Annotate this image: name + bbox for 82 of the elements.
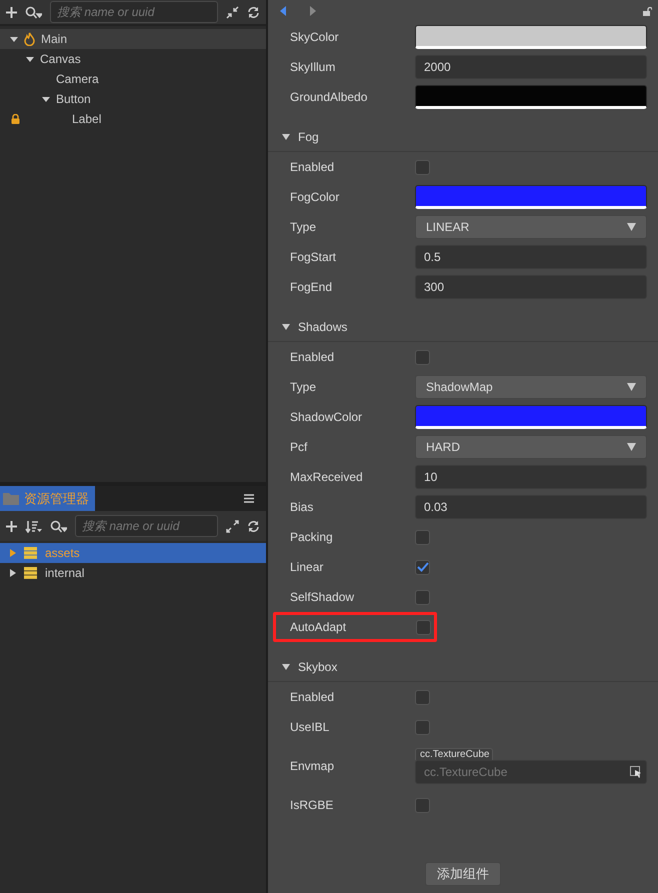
asset-item[interactable]: internal bbox=[0, 563, 266, 583]
checkbox[interactable] bbox=[415, 160, 430, 174]
tree-item[interactable]: Main bbox=[0, 29, 266, 49]
property-label: SkyColor bbox=[290, 30, 340, 44]
property-label: GroundAlbedo bbox=[290, 90, 368, 104]
unlock-icon[interactable] bbox=[643, 6, 652, 16]
checkbox[interactable] bbox=[415, 690, 430, 704]
property-label: Type bbox=[290, 380, 318, 394]
database-icon bbox=[24, 547, 37, 559]
dropdown[interactable]: LINEAR bbox=[415, 215, 647, 239]
property-label: MaxReceived bbox=[290, 470, 364, 484]
property-label: Type bbox=[290, 220, 318, 234]
section-header[interactable]: Fog bbox=[268, 122, 658, 152]
checkbox[interactable] bbox=[415, 530, 430, 544]
checkbox[interactable] bbox=[415, 560, 430, 574]
sort-icon[interactable] bbox=[25, 520, 42, 532]
forward-icon[interactable] bbox=[310, 6, 316, 16]
add-icon[interactable] bbox=[6, 520, 17, 532]
tree-item[interactable]: Label bbox=[0, 109, 266, 129]
folder-icon bbox=[3, 492, 19, 505]
caret-down-icon[interactable] bbox=[42, 95, 50, 103]
expand-icon[interactable] bbox=[226, 520, 239, 532]
caret-down-icon bbox=[627, 223, 636, 231]
color-swatch[interactable] bbox=[415, 405, 647, 429]
caret-down-icon[interactable] bbox=[10, 35, 18, 43]
property-label: ShadowColor bbox=[290, 410, 364, 424]
flame-icon bbox=[24, 32, 35, 46]
pick-icon bbox=[630, 766, 642, 778]
checkbox[interactable] bbox=[415, 720, 430, 734]
tree-item[interactable]: Button bbox=[0, 89, 266, 109]
checkbox[interactable] bbox=[415, 350, 430, 364]
search-icon[interactable] bbox=[50, 520, 67, 532]
property-label: Enabled bbox=[290, 160, 336, 174]
property-label: AutoAdapt bbox=[290, 620, 348, 634]
property-label: FogEnd bbox=[290, 280, 334, 294]
property-label: Pcf bbox=[290, 440, 308, 454]
color-swatch[interactable] bbox=[415, 85, 647, 109]
property-label: Enabled bbox=[290, 690, 336, 704]
checkbox[interactable] bbox=[416, 620, 431, 634]
search-icon[interactable] bbox=[25, 6, 42, 18]
dropdown[interactable]: ShadowMap bbox=[415, 375, 647, 399]
refresh-icon[interactable] bbox=[247, 6, 260, 18]
number-field[interactable]: 300 bbox=[415, 275, 647, 299]
property-label: Enabled bbox=[290, 350, 336, 364]
refresh-icon[interactable] bbox=[247, 520, 260, 532]
tree-item[interactable]: Camera bbox=[0, 69, 266, 89]
property-label: Bias bbox=[290, 500, 314, 514]
property-label: Linear bbox=[290, 560, 324, 574]
color-swatch[interactable] bbox=[415, 185, 647, 209]
search-field[interactable]: 搜索 name or uuid bbox=[50, 1, 218, 23]
property-label: SkyIllum bbox=[290, 60, 336, 74]
caret-down-icon bbox=[627, 383, 636, 391]
property-label: UseIBL bbox=[290, 720, 330, 734]
property-label: Packing bbox=[290, 530, 334, 544]
property-label: FogStart bbox=[290, 250, 338, 264]
number-field[interactable]: 10 bbox=[415, 465, 647, 489]
add-icon[interactable] bbox=[6, 6, 17, 18]
number-field[interactable]: 0.5 bbox=[415, 245, 647, 269]
caret-right-icon bbox=[10, 569, 16, 577]
property-label: Envmap bbox=[290, 759, 336, 773]
type-tag: cc.TextureCube bbox=[415, 748, 494, 760]
caret-right-icon bbox=[10, 549, 16, 557]
tree-item[interactable]: Canvas bbox=[0, 49, 266, 69]
section-header[interactable]: Skybox bbox=[268, 652, 658, 682]
number-field[interactable]: 2000 bbox=[415, 55, 647, 79]
number-field[interactable]: 0.03 bbox=[415, 495, 647, 519]
checkbox[interactable] bbox=[415, 798, 430, 812]
add-component-button[interactable]: 添加组件 bbox=[425, 862, 501, 886]
property-label: SelfShadow bbox=[290, 590, 356, 604]
search-field[interactable]: 搜索 name or uuid bbox=[75, 515, 218, 537]
dropdown[interactable]: HARD bbox=[415, 435, 647, 459]
collapse-icon[interactable] bbox=[226, 6, 239, 18]
checkbox[interactable] bbox=[415, 590, 430, 604]
caret-down-icon bbox=[627, 443, 636, 451]
menu-icon[interactable] bbox=[244, 494, 254, 503]
database-icon bbox=[24, 567, 37, 579]
section-header[interactable]: Shadows bbox=[268, 312, 658, 342]
property-label: FogColor bbox=[290, 190, 340, 204]
color-swatch[interactable] bbox=[415, 25, 647, 49]
caret-down-icon[interactable] bbox=[26, 55, 34, 63]
back-icon[interactable] bbox=[280, 6, 286, 16]
property-label: IsRGBE bbox=[290, 798, 334, 812]
